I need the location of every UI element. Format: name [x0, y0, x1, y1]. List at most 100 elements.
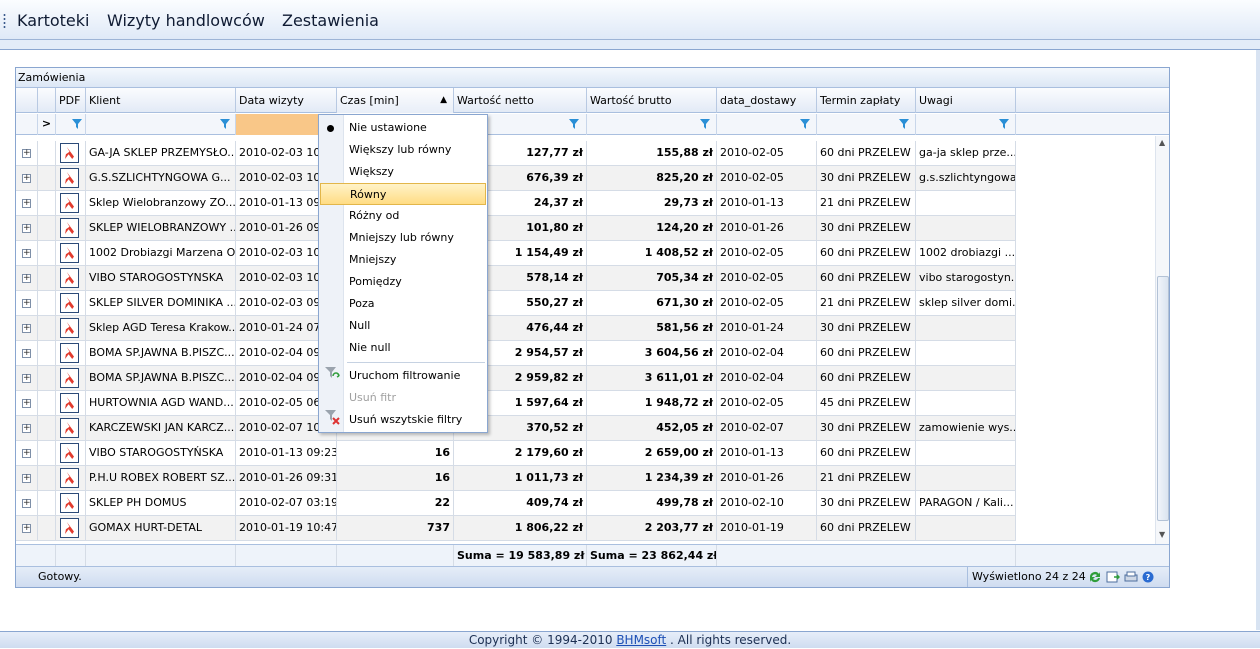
table-row[interactable]: + KARCZEWSKI JAN KARCZ... 2010-02-07 10:1 3…	[16, 416, 1016, 441]
expand-row-icon[interactable]: +	[22, 424, 31, 433]
header-klient[interactable]: Klient	[86, 88, 236, 113]
filter-funnel-icon[interactable]	[700, 119, 710, 129]
table-row[interactable]: +1002 Drobiazgi Marzena O... 2010-02-03 1…	[16, 241, 1016, 266]
filter-funnel-icon[interactable]	[220, 119, 230, 129]
filter-option[interactable]: Większy	[345, 161, 487, 183]
expand-row-icon[interactable]: +	[22, 399, 31, 408]
expand-row-icon[interactable]: +	[22, 449, 31, 458]
run-filter-item[interactable]: Uruchom filtrowanie	[345, 365, 487, 387]
filter-option[interactable]: Nie ustawione	[345, 117, 487, 139]
filter-option[interactable]: Mniejszy	[345, 249, 487, 271]
table-row[interactable]: + SKLEP SILVER DOMINIKA ... 2010-02-03 09:…	[16, 291, 1016, 316]
expand-row-icon[interactable]: +	[22, 224, 31, 233]
table-row[interactable]: + HURTOWNIA AGD WAND... 2010-02-05 06:1 1 5…	[16, 391, 1016, 416]
toolbar-grip[interactable]	[3, 13, 6, 29]
pdf-icon[interactable]	[60, 268, 79, 288]
table-row[interactable]: + P.H.U ROBEX ROBERT SZ... 2010-01-26 09:3…	[16, 466, 1016, 491]
header-data-wizyty[interactable]: Data wizyty	[236, 88, 337, 113]
table-row[interactable]: + G.S.SZLICHTYNGOWA G... 2010-02-03 10:1 67…	[16, 166, 1016, 191]
filter-option[interactable]: Nie null	[345, 337, 487, 359]
pdf-icon[interactable]	[60, 443, 79, 463]
table-row[interactable]: + GOMAX HURT-DETAL 2010-01-19 10:47 737 1 80…	[16, 516, 1016, 541]
print-icon[interactable]	[1124, 571, 1138, 583]
expand-row-icon[interactable]: +	[22, 324, 31, 333]
header-uwagi[interactable]: Uwagi	[916, 88, 1016, 113]
menu-wizyty-handlowcow[interactable]: Wizyty handlowców	[107, 11, 265, 30]
table-row[interactable]: + Sklep Wielobranzowy ZO... 2010-01-13 09:…	[16, 191, 1016, 216]
filter-option[interactable]: Większy lub równy	[345, 139, 487, 161]
table-row[interactable]: + SKLEP PH DOMUS 2010-02-07 03:19 22 409,74 …	[16, 491, 1016, 516]
filter-option[interactable]: Null	[345, 315, 487, 337]
expand-row-icon[interactable]: +	[22, 374, 31, 383]
expand-row-icon[interactable]: +	[22, 249, 31, 258]
pdf-icon[interactable]	[60, 493, 79, 513]
filter-funnel-icon[interactable]	[569, 119, 579, 129]
header-data-dostawy[interactable]: data_dostawy	[717, 88, 817, 113]
bhmsoft-link[interactable]: BHMsoft	[616, 633, 666, 647]
header-wartosc-netto[interactable]: Wartość netto	[454, 88, 587, 113]
filter-pdf[interactable]	[56, 114, 86, 135]
vertical-scrollbar[interactable]: ▲ ▼	[1155, 136, 1169, 544]
filter-data-dostawy[interactable]	[717, 114, 817, 135]
header-termin-zaplaty[interactable]: Termin zapłaty	[817, 88, 916, 113]
help-icon[interactable]: ?	[1142, 571, 1154, 583]
expand-row-icon[interactable]: +	[22, 474, 31, 483]
filter-funnel-icon[interactable]	[899, 119, 909, 129]
filter-funnel-icon[interactable]	[72, 119, 82, 129]
pdf-icon[interactable]	[60, 518, 79, 538]
scrollbar-thumb[interactable]	[1157, 276, 1169, 521]
menu-zestawienia[interactable]: Zestawienia	[282, 11, 379, 30]
filter-uwagi[interactable]	[916, 114, 1016, 135]
filter-option[interactable]: Mniejszy lub równy	[345, 227, 487, 249]
cell-czas: 16	[337, 441, 454, 466]
table-row[interactable]: + SKLEP WIELOBRANZOWY ... 2010-01-26 09:2 1…	[16, 216, 1016, 241]
filter-funnel-icon[interactable]	[999, 119, 1009, 129]
pdf-icon[interactable]	[60, 218, 79, 238]
pdf-icon[interactable]	[60, 368, 79, 388]
table-row[interactable]: + BOMA SP.JAWNA B.PISZC... 2010-02-04 09:2…	[16, 366, 1016, 391]
filter-option[interactable]: Poza	[345, 293, 487, 315]
table-row[interactable]: + VIBO STAROGOSTYNSKA 2010-02-03 10:2 578,1…	[16, 266, 1016, 291]
expand-row-icon[interactable]: +	[22, 149, 31, 158]
pdf-icon[interactable]	[60, 393, 79, 413]
pdf-icon[interactable]	[60, 343, 79, 363]
table-row[interactable]: + BOMA SP.JAWNA B.PISZC... 2010-02-04 09:2…	[16, 341, 1016, 366]
expand-row-icon[interactable]: +	[22, 499, 31, 508]
filter-klient[interactable]	[86, 114, 236, 135]
table-row[interactable]: + GA-JA SKLEP PRZEMYSŁO... 2010-02-03 10:0…	[16, 141, 1016, 166]
filter-option[interactable]: Równy	[320, 183, 486, 205]
filter-wartosc-brutto[interactable]	[587, 114, 717, 135]
pdf-icon[interactable]	[60, 468, 79, 488]
header-czas[interactable]: Czas [min] ▲	[337, 88, 454, 113]
filter-option[interactable]: Pomiędzy	[345, 271, 487, 293]
export-icon[interactable]	[1106, 571, 1120, 583]
pdf-icon[interactable]	[60, 293, 79, 313]
table-row[interactable]: + VIBO STAROGOSTYŃSKA 2010-01-13 09:23 16 2 …	[16, 441, 1016, 466]
filter-termin-zaplaty[interactable]	[817, 114, 916, 135]
scroll-down-arrow-icon[interactable]: ▼	[1159, 530, 1165, 539]
remove-all-filters-item[interactable]: Usuń wszytskie filtry	[345, 409, 487, 431]
expand-row-icon[interactable]: +	[22, 274, 31, 283]
expand-row-icon[interactable]: +	[22, 299, 31, 308]
cell-czas: 737	[337, 516, 454, 541]
expand-row-icon[interactable]: +	[22, 524, 31, 533]
pdf-icon[interactable]	[60, 193, 79, 213]
expand-row-icon[interactable]: +	[22, 349, 31, 358]
filter-funnel-icon[interactable]	[800, 119, 810, 129]
pdf-icon[interactable]	[60, 318, 79, 338]
refresh-icon[interactable]	[1088, 571, 1102, 583]
expand-row-icon[interactable]: +	[22, 199, 31, 208]
filter-option[interactable]: Różny od	[345, 205, 487, 227]
pdf-icon[interactable]	[60, 243, 79, 263]
expander-cell: +	[16, 341, 38, 366]
header-pdf[interactable]: PDF	[56, 88, 86, 113]
menu-kartoteki[interactable]: Kartoteki	[17, 11, 89, 30]
table-row[interactable]: + Sklep AGD Teresa Krakow... 2010-01-24 07…	[16, 316, 1016, 341]
expand-row-icon[interactable]: +	[22, 174, 31, 183]
pdf-icon[interactable]	[60, 418, 79, 438]
header-wartosc-brutto[interactable]: Wartość brutto	[587, 88, 717, 113]
cell-uwagi	[916, 391, 1016, 416]
pdf-icon[interactable]	[60, 168, 79, 188]
pdf-icon[interactable]	[60, 143, 79, 163]
scroll-up-arrow-icon[interactable]: ▲	[1159, 138, 1165, 147]
